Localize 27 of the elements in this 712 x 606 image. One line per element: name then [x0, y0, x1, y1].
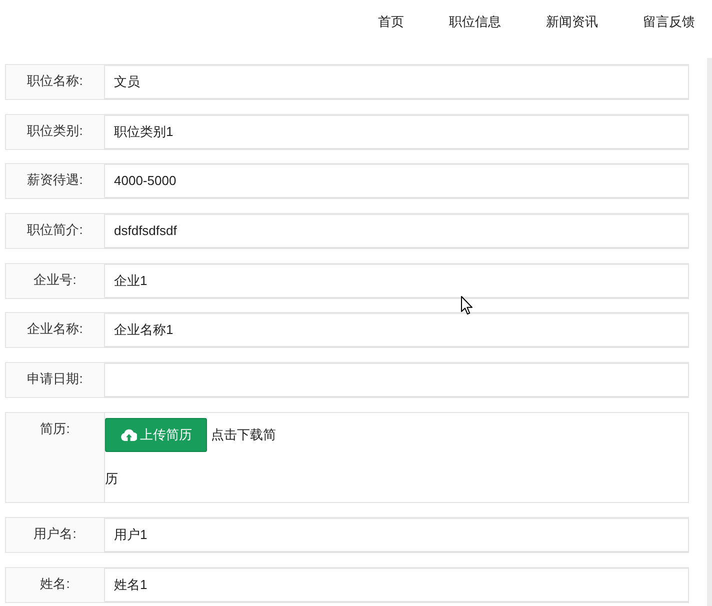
text-field[interactable]: 4000-5000 — [104, 163, 689, 200]
nav-link[interactable]: 新闻资讯 — [546, 13, 598, 31]
text-field[interactable]: 文员 — [104, 64, 689, 100]
field-label: 企业名称: — [5, 312, 104, 348]
pointer-cursor-icon — [461, 296, 473, 315]
field-label: 简历: — [5, 412, 104, 503]
field-label: 姓名: — [5, 566, 104, 602]
text-field[interactable]: dsfdfsdfsdf — [104, 213, 689, 250]
text-field[interactable]: 职位类别1 — [104, 114, 689, 150]
nav-link[interactable]: 职位信息 — [449, 13, 501, 31]
cloud-upload-icon — [121, 428, 137, 441]
text-field[interactable]: 企业名称1 — [104, 312, 689, 348]
field-label: 用户名: — [5, 516, 104, 553]
text-field[interactable] — [104, 362, 689, 398]
nav-link[interactable]: 首页 — [378, 13, 404, 31]
text-field[interactable]: 用户1 — [104, 516, 689, 553]
field-label: 职位名称: — [5, 64, 104, 100]
text-field[interactable]: 企业1 — [104, 262, 689, 299]
field-label: 申请日期: — [5, 362, 104, 398]
nav-link[interactable]: 留言反馈 — [643, 13, 695, 31]
field-label: 职位简介: — [5, 213, 104, 250]
field-label: 薪资待遇: — [5, 163, 104, 200]
download-link[interactable]: 历 — [105, 470, 118, 488]
field-label: 职位类别: — [5, 114, 104, 150]
text-field[interactable]: 姓名1 — [104, 566, 689, 602]
field-label: 企业号: — [5, 262, 104, 299]
download-link[interactable]: 点击下载简 — [211, 426, 276, 444]
